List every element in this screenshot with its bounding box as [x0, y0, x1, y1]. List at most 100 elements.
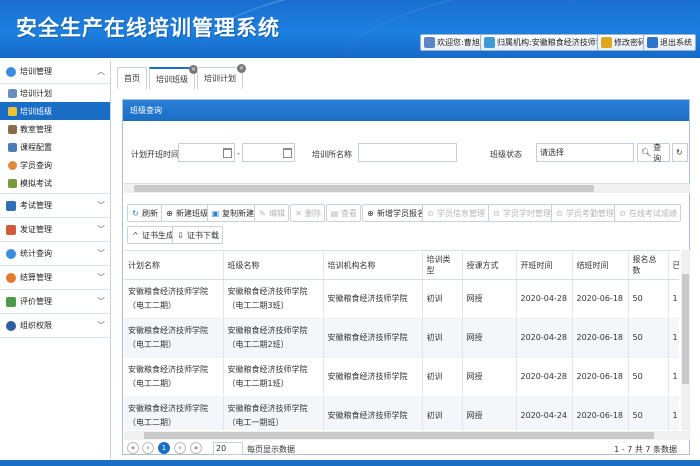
- scrollbar-thumb[interactable]: [144, 432, 654, 439]
- column-header[interactable]: 计划名称: [124, 251, 224, 280]
- refresh-label: 刷新: [142, 208, 158, 218]
- sidebar-group-exam[interactable]: 考试管理 ﹀: [0, 194, 110, 218]
- search-label: 查询: [653, 142, 662, 163]
- view-button[interactable]: ▤ 查看: [326, 204, 361, 222]
- search-button[interactable]: 🔍︎ 查询: [637, 142, 670, 163]
- table-horizontal-scrollbar[interactable]: [124, 431, 690, 440]
- sidebar-group-statistics[interactable]: 统计查询 ﹀: [0, 242, 110, 266]
- refresh-icon: ↻: [132, 208, 139, 218]
- table-row[interactable]: 安徽粮食经济技师学院（电工二期） 安徽粮食经济技师学院（电工一期班） 安徽粮食经…: [124, 396, 679, 430]
- sidebar-group-label: 评价管理: [20, 297, 52, 306]
- class-status-label: 班级状态: [490, 150, 522, 159]
- reset-icon: ↻: [676, 148, 683, 157]
- table-cell: 初训: [422, 357, 463, 397]
- table-header-row: 计划名称 班级名称 培训机构名称 培训类型 授课方式 开班时间 结班时间 报名总…: [124, 251, 679, 280]
- page-number-button[interactable]: 1: [158, 442, 170, 454]
- course-icon: [8, 142, 17, 152]
- classroom-icon: [8, 124, 17, 134]
- sidebar-item-classroom[interactable]: 教室管理: [0, 120, 110, 138]
- column-header[interactable]: 培训类型: [422, 251, 463, 280]
- class-status-select[interactable]: 请选择: [536, 143, 634, 162]
- column-header[interactable]: 培训机构名称: [323, 251, 423, 280]
- sidebar-item-class[interactable]: 培训班级: [0, 102, 110, 120]
- tab-home[interactable]: 首页: [117, 67, 147, 89]
- table-cell: 安徽粮食经济技师学院: [323, 357, 423, 397]
- settlement-icon: [6, 272, 16, 283]
- column-header[interactable]: 结班时间: [572, 251, 629, 280]
- table-cell: 安徽粮食经济技师学院（电工二期）: [124, 396, 224, 430]
- column-header[interactable]: 班级名称: [223, 251, 324, 280]
- sidebar-item-mock-exam[interactable]: 模拟考试: [0, 174, 110, 194]
- sidebar-item-student[interactable]: 学员查询: [0, 156, 110, 174]
- logout-button[interactable]: 退出系统: [643, 34, 696, 51]
- student-schedule-button[interactable]: ⊙ 学员学时管理: [488, 204, 555, 222]
- user-icon: [424, 37, 435, 48]
- table-cell: 网授: [462, 357, 517, 397]
- sidebar-group-organization[interactable]: 组织权限 ﹀: [0, 314, 110, 338]
- sidebar-group-evaluation[interactable]: 评价管理 ﹀: [0, 290, 110, 314]
- column-header[interactable]: 开班时间: [516, 251, 573, 280]
- column-header[interactable]: 授课方式: [462, 251, 517, 280]
- sidebar-item-course[interactable]: 课程配置: [0, 138, 110, 156]
- start-date-to-input[interactable]: [242, 143, 295, 162]
- copy-new-button[interactable]: ▣ 复制新建: [207, 204, 258, 222]
- sidebar-item-label: 教室管理: [20, 124, 52, 134]
- exam-icon: [6, 200, 16, 211]
- column-header[interactable]: 已: [668, 251, 679, 280]
- refresh-button[interactable]: ↻ 刷新: [127, 204, 162, 222]
- sidebar-group-training[interactable]: 培训管理 ︿: [0, 60, 110, 84]
- logout-label: 退出系统: [660, 38, 692, 47]
- table-row[interactable]: 安徽粮食经济技师学院（电工二期） 安徽粮食经济技师学院（电工二期1班） 安徽粮食…: [124, 357, 679, 397]
- table-cell: 网授: [462, 396, 517, 430]
- calendar-icon[interactable]: [223, 148, 232, 158]
- org-info[interactable]: 归属机构:安徽粮食经济技师学院: [480, 34, 616, 51]
- add-icon: ⊕: [166, 208, 173, 218]
- table-cell: 安徽粮食经济技师学院: [323, 396, 423, 430]
- table-cell: 1: [668, 396, 679, 430]
- sidebar-item-label: 模拟考试: [20, 179, 52, 188]
- tab-label: 培训计划: [204, 74, 236, 83]
- tab-plan[interactable]: 培训计划 ×: [197, 64, 246, 89]
- app-title: 安全生产在线培训管理系统: [16, 16, 280, 40]
- table-row[interactable]: 安徽粮食经济技师学院（电工二期） 安徽粮食经济技师学院（电工二期3班） 安徽粮食…: [124, 279, 679, 319]
- table-row[interactable]: 安徽粮食经济技师学院（电工二期） 安徽粮食经济技师学院（电工二期2班） 安徽粮食…: [124, 318, 679, 358]
- cert-download-button[interactable]: ⇩ 证书下载: [172, 226, 223, 244]
- edit-button[interactable]: ✎ 编辑: [254, 204, 289, 222]
- close-icon[interactable]: ×: [237, 64, 246, 73]
- next-page-button[interactable]: ›: [174, 442, 186, 454]
- table-vertical-scrollbar[interactable]: [681, 250, 690, 430]
- cert-generate-button[interactable]: ^ 证书生成: [127, 226, 178, 244]
- student-info-button[interactable]: ⊙ 学员信息管理: [422, 204, 489, 222]
- add-student-button[interactable]: ⊕ 新增学员报名: [362, 204, 429, 222]
- first-page-icon: «: [130, 444, 136, 452]
- scrollbar-thumb[interactable]: [682, 274, 689, 384]
- scrollbar-thumb[interactable]: [134, 185, 594, 192]
- reset-button[interactable]: ↻: [672, 143, 688, 162]
- start-date-from-input[interactable]: [178, 143, 235, 162]
- student-attendance-button[interactable]: ⊙ 学员考勤管理: [551, 204, 618, 222]
- footer-bar: [0, 460, 700, 466]
- sidebar-item-label: 培训计划: [20, 88, 52, 98]
- student-icon: [8, 160, 17, 170]
- column-header[interactable]: 报名总数: [628, 251, 669, 280]
- page-size-select[interactable]: 20: [213, 442, 243, 455]
- delete-button[interactable]: ✕ 删除: [290, 204, 325, 222]
- tab-class[interactable]: 培训班级 ×: [149, 65, 198, 89]
- delete-label: 删除: [305, 208, 321, 218]
- first-page-button[interactable]: «: [127, 442, 139, 454]
- cert-download-label: 证书下载: [187, 230, 219, 240]
- calendar-icon[interactable]: [283, 148, 292, 158]
- online-exam-button[interactable]: ⊙ 在线考试成绩: [614, 204, 681, 222]
- org-name-input[interactable]: [358, 143, 457, 162]
- last-page-button[interactable]: »: [190, 442, 202, 454]
- table-cell: 安徽粮食经济技师学院（电工二期1班）: [223, 357, 324, 397]
- filter-scrollbar[interactable]: [124, 183, 690, 193]
- table-cell: 安徽粮食经济技师学院（电工二期）: [124, 279, 224, 319]
- new-class-button[interactable]: ⊕ 新建班级: [161, 204, 212, 222]
- sidebar-group-settlement[interactable]: 结算管理 ﹀: [0, 266, 110, 290]
- sidebar-group-certificate[interactable]: 发证管理 ﹀: [0, 218, 110, 242]
- app-header: 安全生产在线培训管理系统 欢迎您:曹旭红 归属机构:安徽粮食经济技师学院 修改密…: [0, 0, 700, 58]
- date-separator: -: [237, 149, 240, 158]
- sidebar-item-plan[interactable]: 培训计划: [0, 84, 110, 102]
- prev-page-button[interactable]: ‹: [142, 442, 154, 454]
